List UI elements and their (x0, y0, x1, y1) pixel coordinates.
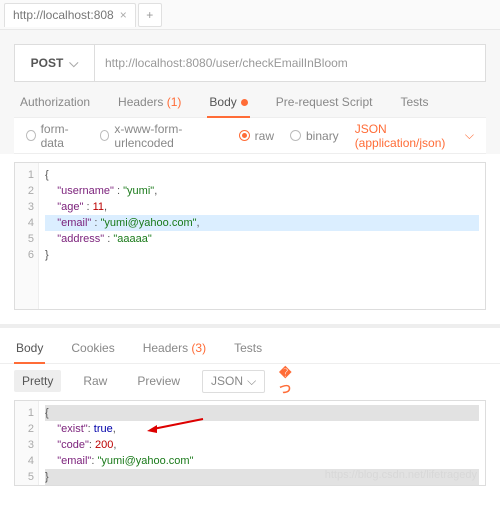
view-raw-button[interactable]: Raw (75, 370, 115, 392)
radio-formdata[interactable]: form-data (26, 122, 84, 150)
request-body-editor[interactable]: 123456 { "username" : "yumi", "age" : 11… (14, 162, 486, 310)
request-subtabs: Authorization Headers (1) Body Pre-reque… (14, 82, 486, 118)
tab-prerequest[interactable]: Pre-request Script (274, 95, 375, 117)
chevron-down-icon: ⌵ (69, 56, 78, 71)
code-area[interactable]: { "username" : "yumi", "age" : 11, "emai… (39, 163, 485, 309)
modified-dot-icon (241, 99, 248, 106)
tab-title: http://localhost:808 (13, 8, 114, 22)
tab-authorization[interactable]: Authorization (18, 95, 92, 117)
response-panel: Body Cookies Headers (3) Tests Pretty Ra… (0, 324, 500, 486)
chevron-down-icon: ⌵ (247, 374, 256, 389)
radio-icon (100, 130, 110, 141)
content-type-dropdown[interactable]: JSON (application/json)⌵ (355, 122, 474, 150)
response-subtabs: Body Cookies Headers (3) Tests (0, 328, 500, 364)
radio-icon (290, 130, 301, 141)
method-dropdown[interactable]: POST ⌵ (15, 45, 95, 81)
tab-resp-tests[interactable]: Tests (232, 341, 264, 363)
tab-headers[interactable]: Headers (1) (116, 95, 183, 117)
tab-body[interactable]: Body (207, 95, 249, 117)
watermark: https://blog.csdn.net/lifetragedy (325, 469, 477, 481)
wrap-icon: �つ (279, 366, 301, 397)
gutter: 12345 (15, 401, 39, 485)
url-input[interactable]: http://localhost:8080/user/checkEmailInB… (95, 45, 485, 81)
tab-resp-headers[interactable]: Headers (3) (141, 341, 208, 363)
response-view-row: Pretty Raw Preview JSON⌵ �つ (0, 364, 500, 398)
view-pretty-button[interactable]: Pretty (14, 370, 61, 392)
tab-tests[interactable]: Tests (398, 95, 430, 117)
response-body-editor[interactable]: 12345 { "exist": true, "code": 200, "ema… (14, 400, 486, 486)
radio-urlencoded[interactable]: x-www-form-urlencoded (100, 122, 223, 150)
window-tabbar: http://localhost:808 × + (0, 0, 500, 30)
method-label: POST (31, 56, 64, 70)
browser-tab[interactable]: http://localhost:808 × (4, 3, 136, 27)
tab-resp-body[interactable]: Body (14, 341, 45, 363)
new-tab-button[interactable]: + (138, 3, 162, 27)
tab-resp-cookies[interactable]: Cookies (69, 341, 116, 363)
request-row: POST ⌵ http://localhost:8080/user/checkEm… (14, 44, 486, 82)
radio-icon (239, 130, 250, 141)
body-type-row: form-data x-www-form-urlencoded raw bina… (14, 118, 486, 154)
format-dropdown[interactable]: JSON⌵ (202, 370, 265, 393)
radio-raw[interactable]: raw (239, 129, 274, 143)
view-preview-button[interactable]: Preview (129, 370, 188, 392)
close-icon[interactable]: × (120, 8, 127, 22)
radio-icon (26, 130, 36, 141)
radio-binary[interactable]: binary (290, 129, 339, 143)
chevron-down-icon: ⌵ (465, 128, 474, 143)
request-panel: POST ⌵ http://localhost:8080/user/checkEm… (0, 30, 500, 154)
wrap-lines-button[interactable]: �つ (279, 370, 301, 392)
gutter: 123456 (15, 163, 39, 309)
